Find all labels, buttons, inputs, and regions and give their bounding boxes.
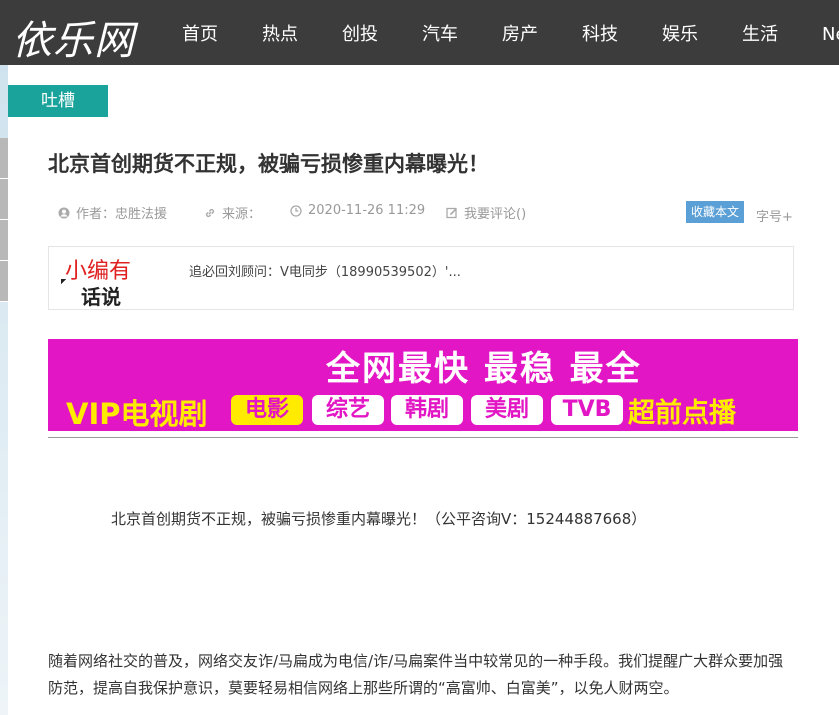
comment-link[interactable]: 我要评论() — [464, 203, 526, 222]
meta-date: 2020-11-26 11:29 — [290, 203, 425, 218]
banner-pill: 电影 — [231, 395, 303, 425]
banner-pill: 综艺 — [312, 395, 384, 425]
editor-logo-line2: 话说 — [81, 285, 121, 309]
banner-pill: TVB — [551, 395, 623, 425]
nav-item-next[interactable]: Nex — [822, 0, 839, 65]
meta-author: 作者：忠胜法援 — [58, 203, 167, 222]
clock-icon — [290, 204, 302, 217]
source-text: 来源： — [222, 207, 262, 222]
favorite-button[interactable]: 收藏本文 — [686, 201, 744, 223]
link-icon — [204, 207, 216, 219]
nav-item-startup[interactable]: 创投 — [342, 0, 422, 65]
meta-comment: 我要评论() — [446, 203, 526, 222]
nav-item-home[interactable]: 首页 — [182, 0, 262, 65]
nav-item-entertainment[interactable]: 娱乐 — [662, 0, 742, 65]
banner-vip-label: VIP电视剧 — [66, 397, 208, 431]
article-title: 北京首创期货不正规，被骗亏损惨重内幕曝光！ — [48, 152, 489, 176]
nav-item-tech[interactable]: 科技 — [582, 0, 662, 65]
nav-item-realestate[interactable]: 房产 — [502, 0, 582, 65]
ad-banner[interactable]: 全网最快 最稳 最全 VIP电视剧 电影 综艺 韩剧 美剧 TVB 超前点播 — [48, 339, 798, 431]
main-nav: 首页 热点 创投 汽车 房产 科技 娱乐 生活 Nex — [182, 0, 839, 65]
banner-pill: 韩剧 — [391, 395, 463, 425]
side-tab[interactable] — [0, 138, 8, 179]
banner-pill: 美剧 — [471, 395, 543, 425]
side-tab[interactable] — [0, 220, 8, 261]
banner-preview-label: 超前点播 — [628, 398, 736, 429]
nav-item-hot[interactable]: 热点 — [262, 0, 342, 65]
banner-slogan: 全网最快 最稳 最全 — [326, 349, 642, 389]
top-navbar: 依乐网 首页 热点 创投 汽车 房产 科技 娱乐 生活 Nex — [0, 0, 839, 65]
editor-note-box: 小编有 话说 追必回刘顾问：V电同步（18990539502）'... — [48, 246, 794, 310]
nav-item-auto[interactable]: 汽车 — [422, 0, 502, 65]
article-paragraph: 随着网络社交的普及，网络交友诈/马扁成为电信/诈/马扁案件当中较常见的一种手段。… — [48, 652, 784, 697]
author-text[interactable]: 作者：忠胜法援 — [76, 203, 167, 222]
side-tab[interactable] — [0, 179, 8, 220]
site-logo[interactable]: 依乐网 — [12, 8, 135, 66]
side-tab[interactable] — [0, 261, 8, 302]
edit-icon — [446, 207, 458, 219]
divider — [48, 437, 798, 438]
side-tabs — [0, 138, 8, 302]
font-size-toggle[interactable]: 字号+ — [756, 206, 793, 225]
nav-item-life[interactable]: 生活 — [742, 0, 822, 65]
category-tag[interactable]: 吐槽 — [8, 85, 108, 117]
meta-source: 来源： — [204, 203, 261, 222]
user-icon — [58, 207, 70, 219]
article-lead: 北京首创期货不正规，被骗亏损惨重内幕曝光！（公平咨询V：15244887668） — [111, 510, 647, 528]
editor-note-text[interactable]: 追必回刘顾问：V电同步（18990539502）'... — [189, 261, 461, 280]
date-text: 2020-11-26 11:29 — [308, 203, 426, 218]
editor-logo: 小编有 话说 — [61, 251, 161, 309]
